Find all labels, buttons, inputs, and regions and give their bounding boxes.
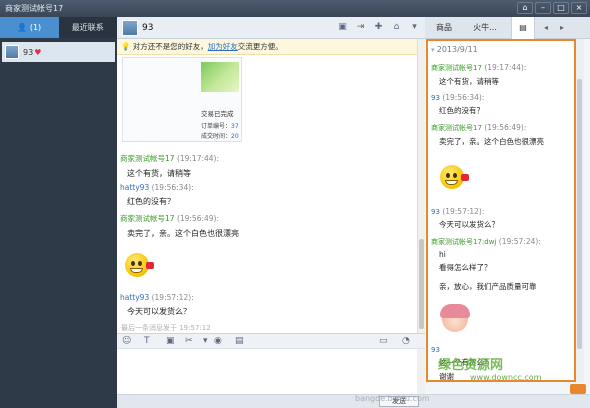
contact-avatar	[5, 45, 19, 59]
input-toolbar: ☺ T ▣ ✂ ▾ ◉ ▤ ▭ ◔	[117, 333, 425, 349]
record-message: 商家测试帐号17 (19:17:44): 这个有货，请稍等	[431, 63, 527, 86]
window-controls: ⌂ – □ ×	[517, 2, 587, 14]
chat-history[interactable]: 交易已完成 订单编号：37 成交时间：20 商家测试帐号17 (19:17:44…	[117, 55, 417, 333]
tab-contacts[interactable]: 👤 (1)	[0, 17, 59, 38]
order-time-line: 成交时间：20	[201, 133, 239, 140]
record-badge[interactable]	[570, 384, 586, 394]
user-icon: 👤	[17, 23, 30, 32]
close-button[interactable]: ×	[571, 2, 587, 14]
record-footer	[426, 384, 590, 394]
contact-item[interactable]: 93 ♥	[2, 42, 115, 62]
add-contact-icon[interactable]: ✚	[372, 21, 385, 34]
watermark-url: www.downcc.com	[470, 373, 542, 382]
chat-message: hatty93 (19:57:12): 今天可以发货么？	[120, 293, 194, 316]
watermark-logo: 绿色资源网	[438, 358, 504, 373]
smiley-emoticon-icon	[125, 253, 154, 277]
pin-button[interactable]: ⌂	[517, 2, 533, 14]
chat-message: 商家测试帐号17 (19:17:44): 这个有货，请稍等	[120, 154, 220, 178]
emoji-icon[interactable]: ☺	[122, 336, 131, 346]
history-icon[interactable]: ◔	[402, 336, 410, 346]
tab-next-icon[interactable]: ▸	[555, 17, 569, 39]
record-date: ▾ 2013/9/11	[431, 45, 478, 54]
add-friend-link[interactable]: 加为好友	[208, 42, 238, 51]
shop-icon[interactable]: ⌂	[390, 21, 403, 34]
contact-name: 93	[23, 47, 34, 57]
chat-message: hatty93 (19:56:34): 红色的没有？	[120, 183, 194, 206]
chat-record-panel[interactable]: ▾ 2013/9/11 商家测试帐号17 (19:17:44): 这个有货，请稍…	[426, 39, 576, 382]
order-id-line: 订单编号：37	[201, 123, 239, 130]
bottom-bar: 发送	[117, 394, 590, 408]
tab-plugin[interactable]: 火牛...	[465, 17, 505, 39]
dropdown-icon[interactable]: ▾	[203, 336, 208, 346]
smiley-emoticon-icon	[440, 165, 469, 189]
quick-reply-icon[interactable]: ▭	[379, 336, 388, 346]
tab-history[interactable]: ▤	[511, 17, 535, 39]
profile-icon[interactable]: ▣	[336, 21, 349, 34]
watermark-source: bangde.baidu.com	[355, 394, 430, 403]
maximize-button[interactable]: □	[553, 2, 569, 14]
record-message: 93 (19:56:34): 红色的没有？	[431, 93, 485, 115]
tab-products[interactable]: 商品	[429, 17, 459, 39]
order-status: 交易已完成	[201, 110, 234, 118]
chat-title: 93	[142, 22, 154, 33]
right-tabs: 商品 火牛... ▤ ◂ ▸	[425, 17, 590, 39]
product-thumbnail	[201, 62, 239, 92]
chat-toolbar: ▣ ⇥ ✚ ⌂ ▾	[336, 21, 421, 34]
coupon-icon[interactable]: ◉	[214, 336, 222, 346]
order-card[interactable]: 交易已完成 订单编号：37 成交时间：20	[122, 57, 242, 142]
chat-message: 商家测试帐号17 (19:56:49): 卖完了，亲。这个白色也很漂亮	[120, 214, 239, 238]
message-input[interactable]	[117, 349, 425, 394]
chat-header: 93 ▣ ⇥ ✚ ⌂ ▾	[117, 17, 425, 39]
heart-icon: ♥	[34, 47, 42, 57]
window-title: 商家测试帐号17	[5, 4, 64, 13]
record-message: 93 (19:57:12): 今天可以发货么？	[431, 207, 499, 229]
chat-avatar	[122, 19, 138, 36]
tab-recent[interactable]: 最近联系	[58, 17, 117, 38]
screenshot-icon[interactable]: ✂	[185, 336, 193, 346]
title-bar: 商家测试帐号17 ⌂ – □ ×	[0, 0, 590, 17]
lightbulb-icon: 💡	[121, 42, 131, 51]
friend-notice: 💡 对方还不是您的好友，加为好友交流更方便。	[117, 39, 417, 55]
record-message: 商家测试帐号17:dwj (19:57:24): hi 看得怎么样了？ 亲，放心…	[431, 237, 541, 291]
chat-scrollbar[interactable]	[417, 39, 425, 333]
contact-tabs: 👤 (1) 最近联系	[0, 17, 117, 38]
more-icon[interactable]: ▾	[408, 21, 421, 34]
tab-prev-icon[interactable]: ◂	[539, 17, 553, 39]
last-message-time: 最后一条消息发于 19:57:12	[121, 324, 211, 332]
record-message: 商家测试帐号17 (19:56:49): 卖完了，亲。这个白色也很漂亮	[431, 123, 544, 146]
contact-sidebar: 👤 (1) 最近联系 93 ♥	[0, 17, 117, 408]
record-scrollbar[interactable]	[576, 39, 584, 382]
minimize-button[interactable]: –	[535, 2, 551, 14]
folder-icon[interactable]: ▤	[235, 336, 244, 346]
image-icon[interactable]: ▣	[166, 336, 175, 346]
font-icon[interactable]: T	[144, 336, 150, 346]
girl-emoticon-icon	[440, 304, 470, 332]
transfer-icon[interactable]: ⇥	[354, 21, 367, 34]
